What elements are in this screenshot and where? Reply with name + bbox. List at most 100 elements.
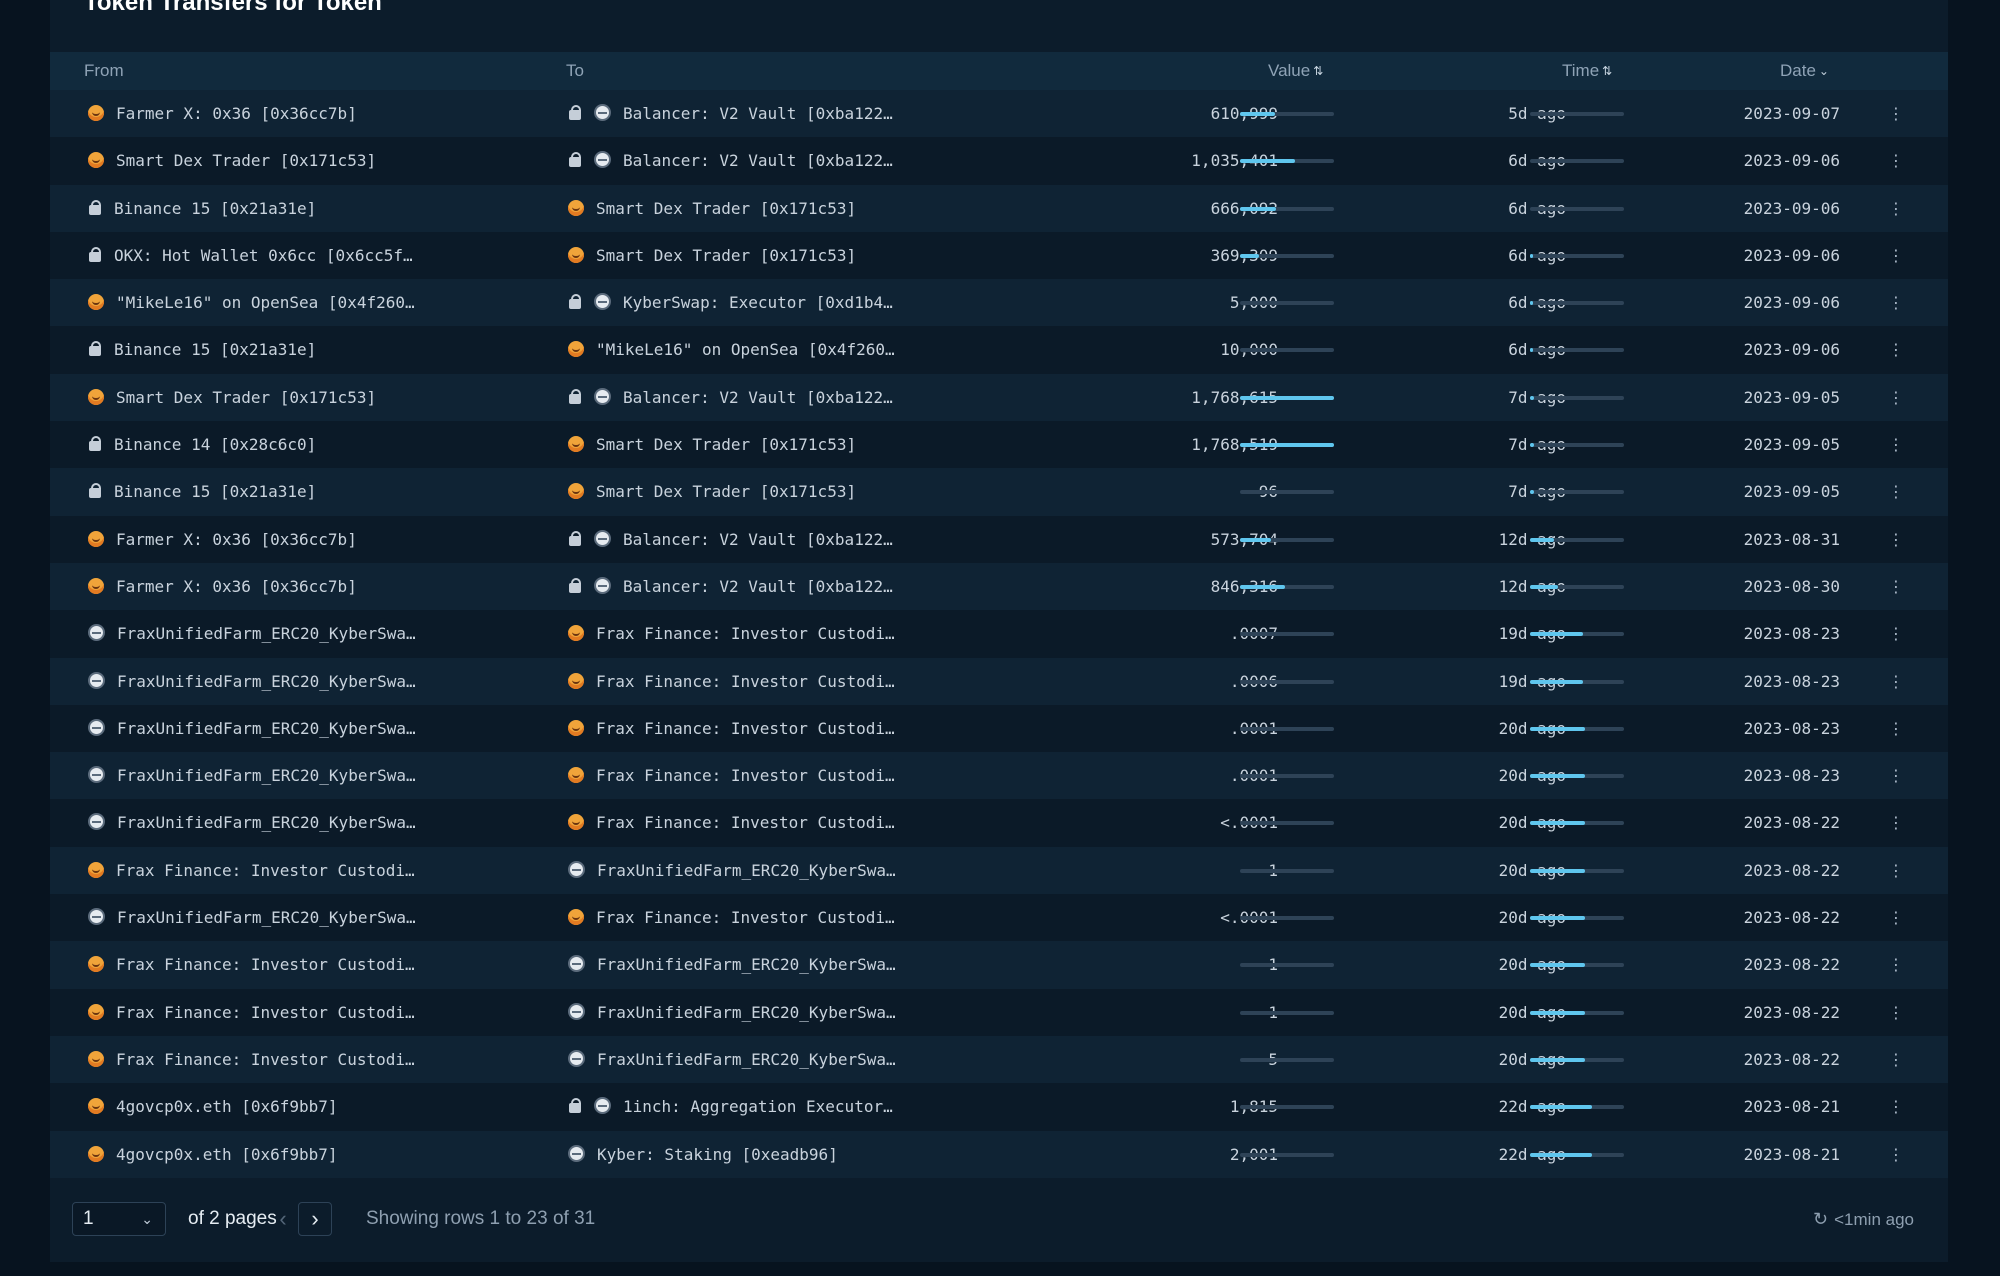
table-row[interactable]: Frax Finance: Investor Custodi… FraxUnifi… <box>50 988 1948 1036</box>
from-address-link[interactable]: Farmer X: 0x36 [0x36cc7b] <box>116 104 357 123</box>
table-row[interactable]: Binance 15 [0x21a31e] Smart Dex Trader [0… <box>50 468 1948 516</box>
more-options-icon[interactable]: ⋮ <box>1886 799 1906 846</box>
next-page-button[interactable]: › <box>298 1202 332 1236</box>
to-address-link[interactable]: Frax Finance: Investor Custodi… <box>596 908 895 927</box>
table-row[interactable]: Smart Dex Trader [0x171c53] Balancer: V2 … <box>50 373 1948 422</box>
to-address-link[interactable]: Frax Finance: Investor Custodi… <box>596 766 895 785</box>
from-address-link[interactable]: 4govcp0x.eth [0x6f9bb7] <box>116 1145 338 1164</box>
to-address-link[interactable]: Smart Dex Trader [0x171c53] <box>596 246 856 265</box>
table-row[interactable]: 4govcp0x.eth [0x6f9bb7] Kyber: Staking [0… <box>50 1130 1948 1178</box>
from-address-link[interactable]: FraxUnifiedFarm_ERC20_KyberSwa… <box>117 813 416 832</box>
from-address-cell[interactable]: Smart Dex Trader [0x171c53] <box>88 137 508 184</box>
more-options-icon[interactable]: ⋮ <box>1886 468 1906 515</box>
table-row[interactable]: OKX: Hot Wallet 0x6cc [0x6cc5f… Smart Dex… <box>50 231 1948 280</box>
table-row[interactable]: Farmer X: 0x36 [0x36cc7b] Balancer: V2 Va… <box>50 515 1948 563</box>
from-address-cell[interactable]: Smart Dex Trader [0x171c53] <box>88 374 508 421</box>
from-address-cell[interactable]: Binance 15 [0x21a31e] <box>88 326 508 373</box>
table-row[interactable]: Frax Finance: Investor Custodi… FraxUnifi… <box>50 941 1948 989</box>
table-row[interactable]: FraxUnifiedFarm_ERC20_KyberSwa… Frax Fina… <box>50 894 1948 942</box>
more-options-icon[interactable]: ⋮ <box>1886 989 1906 1036</box>
table-row[interactable]: FraxUnifiedFarm_ERC20_KyberSwa… Frax Fina… <box>50 752 1948 800</box>
to-address-link[interactable]: Balancer: V2 Vault [0xba122… <box>623 577 893 596</box>
from-address-link[interactable]: Smart Dex Trader [0x171c53] <box>116 151 376 170</box>
from-address-link[interactable]: "MikeLe16" on OpenSea [0x4f260… <box>116 293 415 312</box>
more-options-icon[interactable]: ⋮ <box>1886 941 1906 988</box>
more-options-icon[interactable]: ⋮ <box>1886 326 1906 373</box>
from-address-cell[interactable]: FraxUnifiedFarm_ERC20_KyberSwa… <box>88 799 508 846</box>
from-address-cell[interactable]: FraxUnifiedFarm_ERC20_KyberSwa… <box>88 658 508 705</box>
to-address-link[interactable]: FraxUnifiedFarm_ERC20_KyberSwa… <box>597 955 896 974</box>
from-address-cell[interactable]: FraxUnifiedFarm_ERC20_KyberSwa… <box>88 752 508 799</box>
table-row[interactable]: Farmer X: 0x36 [0x36cc7b] Balancer: V2 Va… <box>50 562 1948 611</box>
more-options-icon[interactable]: ⋮ <box>1886 847 1906 894</box>
to-address-link[interactable]: FraxUnifiedFarm_ERC20_KyberSwa… <box>597 1003 896 1022</box>
from-address-link[interactable]: FraxUnifiedFarm_ERC20_KyberSwa… <box>117 672 416 691</box>
from-address-link[interactable]: Farmer X: 0x36 [0x36cc7b] <box>116 530 357 549</box>
column-header-value[interactable]: Value ⇅ <box>1268 52 1323 90</box>
from-address-cell[interactable]: Frax Finance: Investor Custodi… <box>88 1036 508 1083</box>
from-address-link[interactable]: Frax Finance: Investor Custodi… <box>116 861 415 880</box>
from-address-cell[interactable]: 4govcp0x.eth [0x6f9bb7] <box>88 1083 508 1130</box>
from-address-cell[interactable]: "MikeLe16" on OpenSea [0x4f260… <box>88 279 508 326</box>
more-options-icon[interactable]: ⋮ <box>1886 374 1906 421</box>
table-row[interactable]: Smart Dex Trader [0x171c53] Balancer: V2 … <box>50 137 1948 185</box>
to-address-link[interactable]: FraxUnifiedFarm_ERC20_KyberSwa… <box>597 861 896 880</box>
more-options-icon[interactable]: ⋮ <box>1886 1036 1906 1083</box>
refresh-button[interactable]: ↻ <1min ago <box>1813 1202 1914 1237</box>
from-address-link[interactable]: Binance 14 [0x28c6c0] <box>114 435 316 454</box>
more-options-icon[interactable]: ⋮ <box>1886 185 1906 232</box>
table-row[interactable]: Farmer X: 0x36 [0x36cc7b] Balancer: V2 Va… <box>50 90 1948 138</box>
table-row[interactable]: "MikeLe16" on OpenSea [0x4f260… KyberSwap… <box>50 279 1948 327</box>
from-address-cell[interactable]: 4govcp0x.eth [0x6f9bb7] <box>88 1131 508 1178</box>
from-address-link[interactable]: 4govcp0x.eth [0x6f9bb7] <box>116 1097 338 1116</box>
from-address-link[interactable]: Binance 15 [0x21a31e] <box>114 199 316 218</box>
from-address-cell[interactable]: Farmer X: 0x36 [0x36cc7b] <box>88 90 508 137</box>
more-options-icon[interactable]: ⋮ <box>1886 610 1906 657</box>
from-address-link[interactable]: Frax Finance: Investor Custodi… <box>116 1050 415 1069</box>
to-address-link[interactable]: Balancer: V2 Vault [0xba122… <box>623 388 893 407</box>
more-options-icon[interactable]: ⋮ <box>1886 1083 1906 1130</box>
from-address-link[interactable]: Frax Finance: Investor Custodi… <box>116 1003 415 1022</box>
more-options-icon[interactable]: ⋮ <box>1886 137 1906 184</box>
table-row[interactable]: Frax Finance: Investor Custodi… FraxUnifi… <box>50 1035 1948 1084</box>
from-address-cell[interactable]: Binance 14 [0x28c6c0] <box>88 421 508 468</box>
from-address-link[interactable]: Binance 15 [0x21a31e] <box>114 340 316 359</box>
to-address-link[interactable]: FraxUnifiedFarm_ERC20_KyberSwa… <box>597 1050 896 1069</box>
table-row[interactable]: FraxUnifiedFarm_ERC20_KyberSwa… Frax Fina… <box>50 657 1948 705</box>
from-address-cell[interactable]: FraxUnifiedFarm_ERC20_KyberSwa… <box>88 894 508 941</box>
more-options-icon[interactable]: ⋮ <box>1886 658 1906 705</box>
to-address-link[interactable]: Frax Finance: Investor Custodi… <box>596 719 895 738</box>
to-address-link[interactable]: Smart Dex Trader [0x171c53] <box>596 435 856 454</box>
more-options-icon[interactable]: ⋮ <box>1886 279 1906 326</box>
to-address-link[interactable]: KyberSwap: Executor [0xd1b4… <box>623 293 893 312</box>
from-address-link[interactable]: OKX: Hot Wallet 0x6cc [0x6cc5f… <box>114 246 413 265</box>
more-options-icon[interactable]: ⋮ <box>1886 421 1906 468</box>
from-address-cell[interactable]: FraxUnifiedFarm_ERC20_KyberSwa… <box>88 610 508 657</box>
column-header-date[interactable]: Date ⌄ <box>1780 52 1829 90</box>
table-row[interactable]: Frax Finance: Investor Custodi… FraxUnifi… <box>50 846 1948 895</box>
more-options-icon[interactable]: ⋮ <box>1886 90 1906 137</box>
from-address-link[interactable]: Farmer X: 0x36 [0x36cc7b] <box>116 577 357 596</box>
from-address-link[interactable]: FraxUnifiedFarm_ERC20_KyberSwa… <box>117 766 416 785</box>
to-address-link[interactable]: Balancer: V2 Vault [0xba122… <box>623 151 893 170</box>
to-address-link[interactable]: Frax Finance: Investor Custodi… <box>596 672 895 691</box>
more-options-icon[interactable]: ⋮ <box>1886 516 1906 563</box>
to-address-link[interactable]: Frax Finance: Investor Custodi… <box>596 813 895 832</box>
table-row[interactable]: 4govcp0x.eth [0x6f9bb7] 1inch: Aggregatio… <box>50 1083 1948 1131</box>
from-address-link[interactable]: FraxUnifiedFarm_ERC20_KyberSwa… <box>117 624 416 643</box>
more-options-icon[interactable]: ⋮ <box>1886 705 1906 752</box>
from-address-cell[interactable]: FraxUnifiedFarm_ERC20_KyberSwa… <box>88 705 508 752</box>
from-address-cell[interactable]: OKX: Hot Wallet 0x6cc [0x6cc5f… <box>88 232 508 279</box>
to-address-link[interactable]: Smart Dex Trader [0x171c53] <box>596 482 856 501</box>
more-options-icon[interactable]: ⋮ <box>1886 752 1906 799</box>
more-options-icon[interactable]: ⋮ <box>1886 563 1906 610</box>
more-options-icon[interactable]: ⋮ <box>1886 894 1906 941</box>
table-row[interactable]: Binance 15 [0x21a31e] "MikeLe16" on OpenS… <box>50 326 1948 374</box>
page-select[interactable]: 1 ⌄ <box>72 1202 166 1236</box>
from-address-link[interactable]: Frax Finance: Investor Custodi… <box>116 955 415 974</box>
table-row[interactable]: Binance 15 [0x21a31e] Smart Dex Trader [0… <box>50 184 1948 232</box>
from-address-cell[interactable]: Farmer X: 0x36 [0x36cc7b] <box>88 563 508 610</box>
from-address-cell[interactable]: Binance 15 [0x21a31e] <box>88 185 508 232</box>
from-address-cell[interactable]: Binance 15 [0x21a31e] <box>88 468 508 515</box>
to-address-link[interactable]: Frax Finance: Investor Custodi… <box>596 624 895 643</box>
